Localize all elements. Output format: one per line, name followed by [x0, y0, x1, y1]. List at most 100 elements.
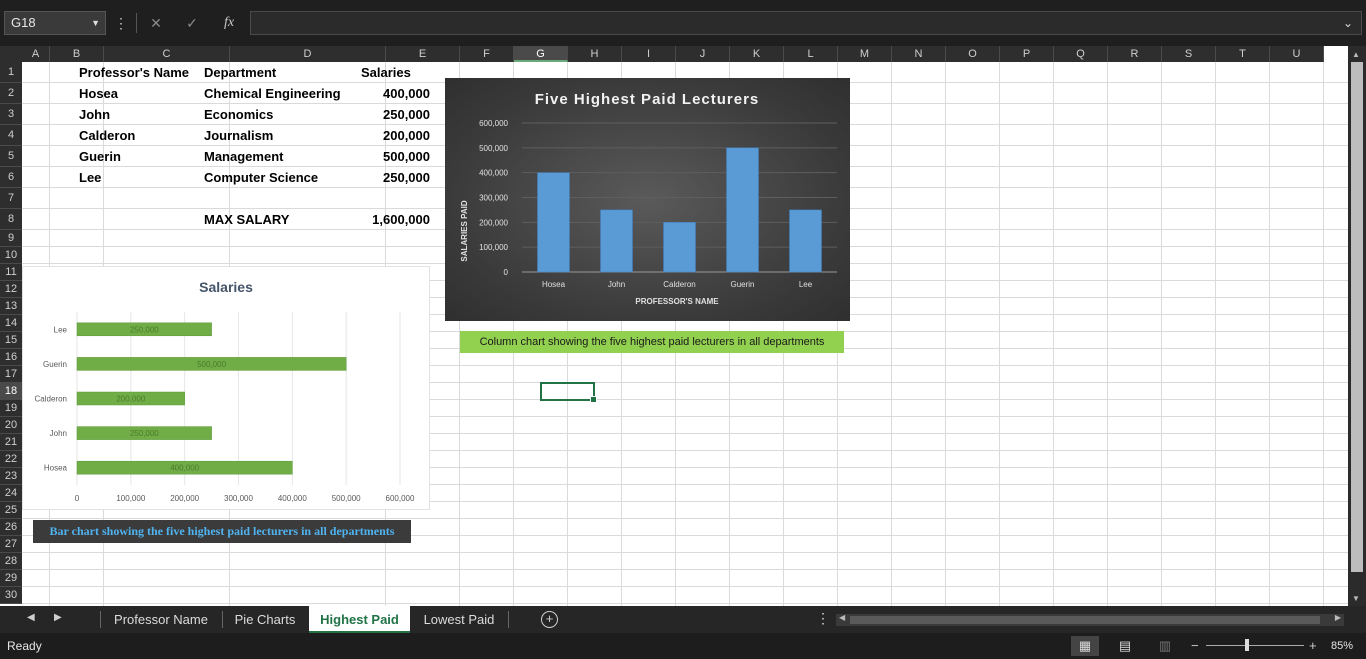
- row-header-29[interactable]: 29: [0, 570, 22, 587]
- table-cell-dept[interactable]: Journalism: [204, 125, 273, 146]
- column-header-u[interactable]: U: [1270, 46, 1324, 62]
- table-cell-dept[interactable]: Management: [204, 146, 283, 167]
- column-header-h[interactable]: H: [568, 46, 622, 62]
- more-options-icon[interactable]: ⋮: [114, 11, 128, 35]
- zoom-in-icon[interactable]: +: [1309, 633, 1317, 659]
- row-header-22[interactable]: 22: [0, 451, 22, 468]
- column-header-p[interactable]: P: [1000, 46, 1054, 62]
- row-header-18[interactable]: 18: [0, 383, 22, 400]
- table-cell-name[interactable]: Guerin: [79, 146, 121, 167]
- row-header-14[interactable]: 14: [0, 315, 22, 332]
- row-header-1[interactable]: 1: [0, 62, 22, 83]
- table-cell-salary[interactable]: 250,000: [360, 167, 430, 188]
- vertical-scrollbar[interactable]: ▲ ▼: [1348, 46, 1366, 606]
- row-header-19[interactable]: 19: [0, 400, 22, 417]
- table-cell-dept[interactable]: Chemical Engineering: [204, 83, 341, 104]
- zoom-slider[interactable]: [1206, 645, 1304, 646]
- column-header-a[interactable]: A: [22, 46, 50, 62]
- scroll-right-icon[interactable]: ▶: [1335, 613, 1341, 622]
- vertical-scroll-thumb[interactable]: [1351, 62, 1363, 572]
- max-salary-value[interactable]: 1,600,000: [360, 209, 430, 230]
- table-cell-name[interactable]: Hosea: [79, 83, 118, 104]
- table-cell-dept[interactable]: Economics: [204, 104, 273, 125]
- column-header-f[interactable]: F: [460, 46, 514, 62]
- active-cell-g18[interactable]: [540, 382, 597, 403]
- row-header-6[interactable]: 6: [0, 167, 22, 188]
- table-cell-salary[interactable]: 250,000: [360, 104, 430, 125]
- header-professor-name[interactable]: Professor's Name: [79, 62, 189, 83]
- row-header-17[interactable]: 17: [0, 366, 22, 383]
- sheet-tab-professor-name[interactable]: Professor Name: [101, 606, 221, 633]
- bar-chart[interactable]: Salaries 0 100,000 200,000 300,000 400,000 50…: [22, 266, 430, 510]
- column-header-e[interactable]: E: [386, 46, 460, 62]
- sheet-tab-lowest-paid[interactable]: Lowest Paid: [412, 606, 506, 633]
- scroll-left-icon[interactable]: ◀: [839, 613, 845, 622]
- row-header-28[interactable]: 28: [0, 553, 22, 570]
- column-header-c[interactable]: C: [104, 46, 230, 62]
- header-department[interactable]: Department: [204, 62, 276, 83]
- zoom-slider-handle[interactable]: [1245, 639, 1249, 651]
- row-header-12[interactable]: 12: [0, 281, 22, 298]
- table-cell-dept[interactable]: Computer Science: [204, 167, 318, 188]
- normal-view-icon[interactable]: ▦: [1071, 636, 1099, 656]
- page-break-view-icon[interactable]: ▥: [1151, 636, 1179, 656]
- bar-chart-caption[interactable]: Bar chart showing the five highest paid …: [33, 520, 411, 543]
- max-salary-label[interactable]: MAX SALARY: [204, 209, 289, 230]
- formula-input[interactable]: ⌄: [250, 11, 1362, 35]
- row-header-10[interactable]: 10: [0, 247, 22, 264]
- column-header-b[interactable]: B: [50, 46, 104, 62]
- column-header-d[interactable]: D: [230, 46, 386, 62]
- fill-handle[interactable]: [590, 396, 597, 403]
- table-cell-salary[interactable]: 500,000: [360, 146, 430, 167]
- column-header-k[interactable]: K: [730, 46, 784, 62]
- add-sheet-icon[interactable]: +: [541, 611, 558, 628]
- zoom-out-icon[interactable]: −: [1191, 633, 1199, 659]
- table-cell-salary[interactable]: 200,000: [360, 125, 430, 146]
- row-header-7[interactable]: 7: [0, 188, 22, 209]
- row-header-30[interactable]: 30: [0, 587, 22, 604]
- expand-formula-icon[interactable]: ⌄: [1343, 16, 1353, 30]
- column-header-j[interactable]: J: [676, 46, 730, 62]
- row-header-16[interactable]: 16: [0, 349, 22, 366]
- table-cell-salary[interactable]: 400,000: [360, 83, 430, 104]
- row-header-25[interactable]: 25: [0, 502, 22, 519]
- column-header-r[interactable]: R: [1108, 46, 1162, 62]
- column-header-q[interactable]: Q: [1054, 46, 1108, 62]
- more-options-icon[interactable]: ⋮: [816, 610, 830, 627]
- row-header-3[interactable]: 3: [0, 104, 22, 125]
- column-header-g[interactable]: G: [514, 46, 568, 62]
- scroll-up-icon[interactable]: ▲: [1352, 50, 1360, 59]
- row-header-4[interactable]: 4: [0, 125, 22, 146]
- page-layout-view-icon[interactable]: ▤: [1111, 636, 1139, 656]
- column-header-n[interactable]: N: [892, 46, 946, 62]
- header-salaries[interactable]: Salaries: [361, 62, 411, 83]
- row-header-9[interactable]: 9: [0, 230, 22, 247]
- row-header-5[interactable]: 5: [0, 146, 22, 167]
- row-header-15[interactable]: 15: [0, 332, 22, 349]
- table-cell-name[interactable]: Calderon: [79, 125, 135, 146]
- row-header-2[interactable]: 2: [0, 83, 22, 104]
- column-header-m[interactable]: M: [838, 46, 892, 62]
- table-cell-name[interactable]: Lee: [79, 167, 101, 188]
- column-header-o[interactable]: O: [946, 46, 1000, 62]
- select-all-corner[interactable]: [0, 46, 22, 62]
- row-header-13[interactable]: 13: [0, 298, 22, 315]
- column-header-s[interactable]: S: [1162, 46, 1216, 62]
- row-header-11[interactable]: 11: [0, 264, 22, 281]
- scroll-down-icon[interactable]: ▼: [1352, 594, 1360, 603]
- table-cell-name[interactable]: John: [79, 104, 110, 125]
- horizontal-scroll-thumb[interactable]: [850, 616, 1320, 624]
- column-header-l[interactable]: L: [784, 46, 838, 62]
- sheet-tab-highest-paid[interactable]: Highest Paid: [309, 606, 410, 633]
- name-box[interactable]: G18 ▼: [4, 11, 106, 35]
- cancel-icon[interactable]: ✕: [146, 11, 166, 35]
- chevron-down-icon[interactable]: ▼: [91, 12, 100, 34]
- column-chart-caption[interactable]: Column chart showing the five highest pa…: [460, 331, 844, 353]
- row-header-21[interactable]: 21: [0, 434, 22, 451]
- worksheet-grid[interactable]: Professor's Name Department Salaries Hos…: [0, 46, 1348, 606]
- column-chart[interactable]: Five Highest Paid Lecturers SALARIES PAI…: [445, 78, 850, 321]
- insert-function-icon[interactable]: fx: [218, 11, 240, 35]
- row-header-23[interactable]: 23: [0, 468, 22, 485]
- prev-sheet-icon[interactable]: ◀: [27, 612, 35, 623]
- row-header-24[interactable]: 24: [0, 485, 22, 502]
